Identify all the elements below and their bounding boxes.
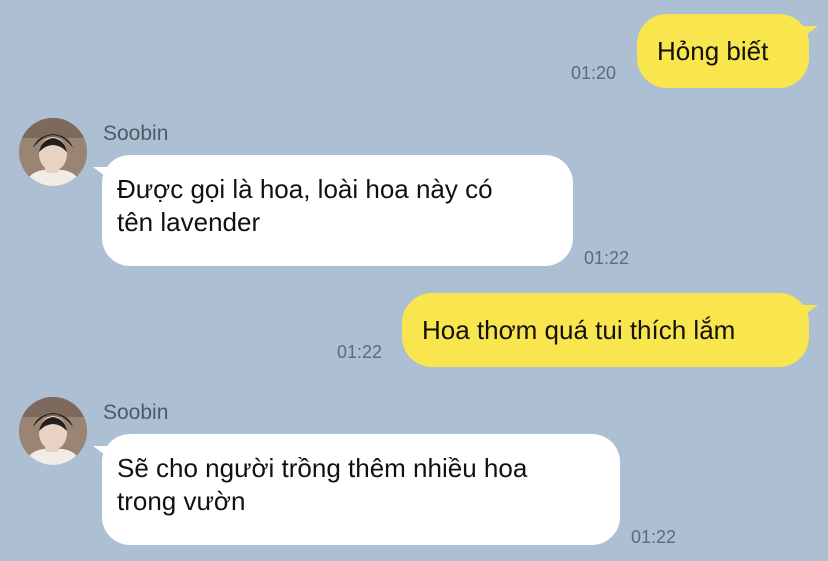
profile-photo-icon[interactable] <box>19 397 87 465</box>
sender-name: Soobin <box>103 122 169 145</box>
outgoing-message-bubble[interactable]: Hoa thơm quá tui thích lắm <box>402 293 818 367</box>
outgoing-message-bubble[interactable]: Hỏng biết <box>637 14 818 88</box>
message-timestamp: 01:20 <box>571 63 617 83</box>
profile-photo-icon[interactable] <box>19 118 87 186</box>
chat-view: 01:20 Hỏng biết Soobin Được gọi là hoa, … <box>0 0 828 561</box>
message-text-line: Được gọi là hoa, loài hoa này có <box>117 174 493 204</box>
message-text-line: Sẽ cho người trồng thêm nhiều hoa <box>117 453 528 483</box>
message-timestamp: 01:22 <box>584 248 630 268</box>
message-text-line: trong vườn <box>117 486 246 516</box>
sender-name: Soobin <box>103 401 169 424</box>
message-timestamp: 01:22 <box>631 527 677 547</box>
incoming-message-bubble[interactable]: Được gọi là hoa, loài hoa này có tên lav… <box>93 155 573 266</box>
incoming-message-bubble[interactable]: Sẽ cho người trồng thêm nhiều hoa trong … <box>93 434 620 545</box>
message-text-line: tên lavender <box>117 207 261 237</box>
message-timestamp: 01:22 <box>337 342 383 362</box>
message-text: Hỏng biết <box>657 35 769 66</box>
message-text: Hoa thơm quá tui thích lắm <box>422 314 736 345</box>
